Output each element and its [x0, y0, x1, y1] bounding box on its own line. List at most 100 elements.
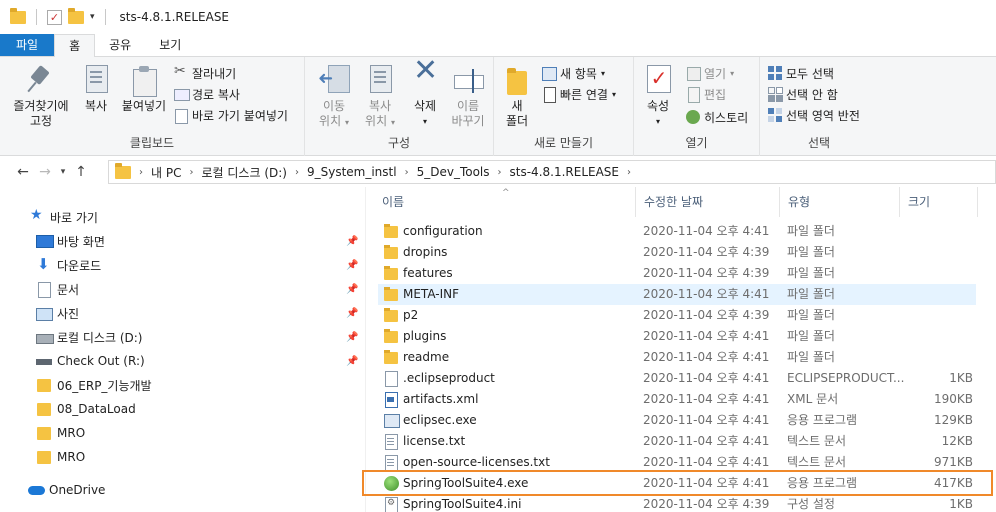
- nav-item-pictures[interactable]: 사진 📌: [0, 302, 366, 324]
- nav-quick-access-label: 바로 가기: [50, 210, 98, 225]
- breadcrumb-5-dev-tools[interactable]: 5_Dev_Tools: [417, 165, 490, 179]
- breadcrumb-local-disk-d[interactable]: 로컬 디스크 (D:): [201, 164, 286, 181]
- breadcrumb-chevron-icon[interactable]: ›: [139, 167, 143, 178]
- tab-home[interactable]: 홈: [54, 34, 96, 57]
- invert-selection-label: 선택 영역 반전: [786, 108, 860, 123]
- delete-button[interactable]: 삭제 ▾: [405, 63, 445, 129]
- file-icon: [384, 497, 398, 512]
- pin-to-quick-access-button[interactable]: 즐겨찾기에 고정: [8, 65, 74, 129]
- pin-icon[interactable]: 📌: [346, 308, 358, 319]
- nav-item-local-disk-d[interactable]: 로컬 디스크 (D:) 📌: [0, 326, 366, 348]
- customize-toolbar-arrow-icon[interactable]: ▾: [90, 12, 95, 22]
- chevron-down-icon: ▾: [422, 117, 427, 126]
- pin-icon[interactable]: 📌: [346, 236, 358, 247]
- rename-button[interactable]: 이름 바꾸기: [445, 65, 491, 129]
- table-row[interactable]: .eclipseproduct 2020-11-04 오후 4:41 ECLIPSE…: [366, 368, 996, 389]
- select-none-button[interactable]: 선택 안 함: [768, 84, 838, 104]
- cut-button[interactable]: 잘라내기: [174, 63, 236, 83]
- table-row[interactable]: dropins 2020-11-04 오후 4:39 파일 폴더: [366, 242, 996, 263]
- pin-icon[interactable]: 📌: [346, 332, 358, 343]
- nav-item-label: 바탕 화면: [57, 234, 105, 249]
- breadcrumb-chevron-icon[interactable]: ›: [627, 167, 631, 178]
- nav-item-downloads[interactable]: 다운로드 📌: [0, 254, 366, 276]
- nav-item-onedrive[interactable]: OneDrive: [0, 479, 366, 501]
- select-group: 모두 선택 선택 안 함 선택 영역 반전 선택: [760, 57, 878, 156]
- properties-check-icon[interactable]: ✓: [47, 9, 62, 25]
- file-date: 2020-11-04 오후 4:41: [643, 434, 770, 448]
- breadcrumb-9-system-instl[interactable]: 9_System_instl: [307, 165, 397, 179]
- folder-icon: [384, 329, 398, 344]
- table-row[interactable]: readme 2020-11-04 오후 4:41 파일 폴더: [366, 347, 996, 368]
- file-name: p2: [403, 308, 419, 322]
- properties-button[interactable]: 속성 ▾: [640, 65, 676, 129]
- pin-icon[interactable]: 📌: [346, 356, 358, 367]
- invert-selection-button[interactable]: 선택 영역 반전: [768, 105, 860, 125]
- new-item-button[interactable]: 새 항목 ▾: [542, 63, 605, 83]
- table-row[interactable]: configuration 2020-11-04 오후 4:41 파일 폴더: [366, 221, 996, 242]
- column-header-size[interactable]: 크기: [900, 187, 978, 217]
- new-folder-icon[interactable]: [68, 7, 84, 24]
- column-header-name[interactable]: 이름: [374, 187, 636, 217]
- nav-item-documents[interactable]: 문서 📌: [0, 278, 366, 300]
- column-header-type[interactable]: 유형: [780, 187, 900, 217]
- pin-icon[interactable]: 📌: [346, 260, 358, 271]
- new-folder-button[interactable]: 새 폴더: [500, 65, 534, 129]
- file-type: 파일 폴더: [787, 266, 835, 280]
- file-date: 2020-11-04 오후 4:39: [643, 308, 770, 322]
- paste-shortcut-button[interactable]: 바로 가기 붙여넣기: [174, 105, 288, 125]
- move-to-button[interactable]: 이동 위치 ▾: [311, 65, 357, 130]
- copy-path-button[interactable]: 경로 복사: [174, 84, 240, 104]
- nav-item-label: 사진: [57, 306, 80, 321]
- copy-to-button[interactable]: 복사 위치 ▾: [357, 65, 403, 130]
- chevron-down-icon: ▾: [344, 118, 349, 127]
- file-size: 190KB: [933, 392, 973, 406]
- tab-view[interactable]: 보기: [145, 34, 195, 56]
- edit-button[interactable]: 편집: [686, 84, 726, 104]
- table-row[interactable]: p2 2020-11-04 오후 4:39 파일 폴더: [366, 305, 996, 326]
- table-row[interactable]: plugins 2020-11-04 오후 4:41 파일 폴더: [366, 326, 996, 347]
- nav-item-label: 문서: [57, 282, 80, 297]
- nav-item-checkout-r[interactable]: Check Out (R:) 📌: [0, 350, 366, 372]
- nav-item-erp[interactable]: 06_ERP_기능개발: [0, 374, 366, 396]
- table-row[interactable]: eclipsec.exe 2020-11-04 오후 4:41 응용 프로그램 129…: [366, 410, 996, 431]
- breadcrumb-chevron-icon[interactable]: ›: [295, 167, 299, 178]
- breadcrumb-this-pc[interactable]: 내 PC: [151, 164, 181, 181]
- recent-locations-chevron-icon[interactable]: ▾: [56, 167, 70, 177]
- column-header-date[interactable]: 수정한 날짜: [636, 187, 780, 217]
- table-row[interactable]: META-INF 2020-11-04 오후 4:41 파일 폴더: [378, 284, 976, 305]
- properties-label: 속성: [646, 99, 670, 113]
- breadcrumb-chevron-icon[interactable]: ›: [189, 167, 193, 178]
- chevron-down-icon: ▾: [611, 89, 616, 99]
- history-button[interactable]: 히스토리: [686, 107, 748, 127]
- tab-file[interactable]: 파일: [0, 34, 55, 56]
- tab-share[interactable]: 공유: [95, 34, 145, 56]
- select-all-button[interactable]: 모두 선택: [768, 63, 834, 83]
- up-arrow-icon[interactable]: ↑: [70, 164, 92, 180]
- easy-access-button[interactable]: 빠른 연결 ▾: [542, 84, 616, 104]
- file-icon: [384, 413, 400, 428]
- table-row[interactable]: SpringToolSuite4.ini 2020-11-04 오후 4:39 구성…: [366, 494, 996, 512]
- paste-button[interactable]: 붙여넣기: [116, 65, 172, 114]
- organize-group-label: 구성: [387, 136, 411, 150]
- open-button[interactable]: 열기 ▾: [686, 63, 734, 83]
- open-icon: [686, 66, 701, 81]
- nav-item-desktop[interactable]: 바탕 화면 📌: [0, 230, 366, 252]
- breadcrumb-sts-release[interactable]: sts-4.8.1.RELEASE: [510, 165, 619, 179]
- table-row[interactable]: artifacts.xml 2020-11-04 오후 4:41 XML 문서 190…: [366, 389, 996, 410]
- nav-item-mro[interactable]: MRO: [0, 446, 366, 468]
- paste-shortcut-label: 바로 가기 붙여넣기: [192, 108, 288, 123]
- breadcrumb-chevron-icon[interactable]: ›: [498, 167, 502, 178]
- forward-arrow-icon[interactable]: →: [34, 164, 56, 180]
- address-bar[interactable]: › 내 PC › 로컬 디스크 (D:) › 9_System_instl › …: [108, 160, 996, 184]
- breadcrumb-chevron-icon[interactable]: ›: [405, 167, 409, 178]
- nav-quick-access[interactable]: 바로 가기: [0, 206, 366, 228]
- table-row[interactable]: license.txt 2020-11-04 오후 4:41 텍스트 문서 12KB: [366, 431, 996, 452]
- title-bar: ✓ ▾ sts-4.8.1.RELEASE: [0, 0, 996, 34]
- back-arrow-icon[interactable]: ←: [12, 164, 34, 180]
- pin-icon[interactable]: 📌: [346, 284, 358, 295]
- copy-button[interactable]: 복사: [76, 65, 116, 114]
- nav-item-dataload[interactable]: 08_DataLoad: [0, 398, 366, 420]
- table-row[interactable]: features 2020-11-04 오후 4:39 파일 폴더: [366, 263, 996, 284]
- nav-item-mro[interactable]: MRO: [0, 422, 366, 444]
- star-icon: [30, 207, 46, 224]
